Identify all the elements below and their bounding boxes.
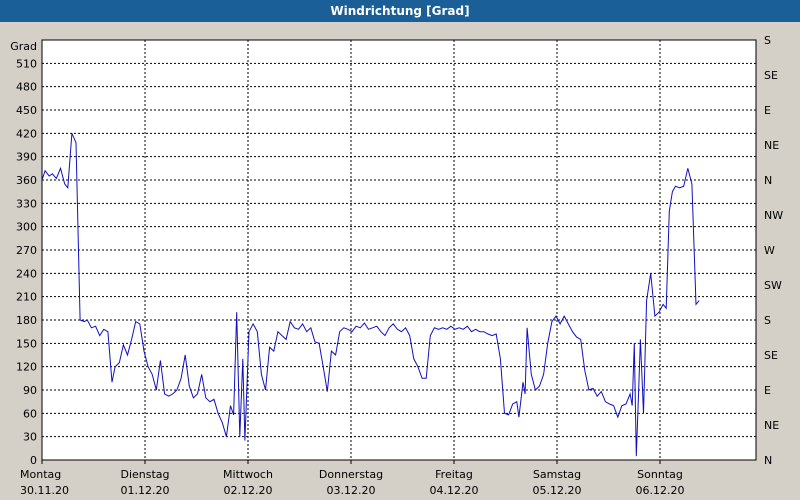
- y-tick-label: 480: [16, 81, 37, 94]
- y-tick-label: 300: [16, 221, 37, 234]
- right-axis-label: NW: [764, 209, 783, 222]
- right-axis-label: N: [764, 174, 772, 187]
- x-tick-date: 02.12.20: [224, 484, 273, 497]
- y-tick-label: 30: [23, 431, 37, 444]
- wind-direction-chart: 0 30 60 90 120 150 180 210 240 270 300 330 360 390 420…: [0, 22, 800, 500]
- right-axis-label: SW: [764, 279, 782, 292]
- x-tick-date: 01.12.20: [121, 484, 170, 497]
- right-axis-label: W: [764, 244, 775, 257]
- right-axis-label: S: [764, 34, 771, 47]
- x-tick-day: Sonntag: [637, 468, 683, 481]
- y-tick-label: 0: [30, 454, 37, 467]
- right-axis-label: SE: [764, 349, 778, 362]
- right-axis-label: E: [764, 104, 771, 117]
- y-axis-label: Grad: [10, 40, 37, 53]
- x-tick-day: Dienstag: [120, 468, 169, 481]
- x-tick-day: Freitag: [435, 468, 473, 481]
- x-tick-date: 05.12.20: [533, 484, 582, 497]
- y-tick-label: 330: [16, 197, 37, 210]
- right-axis-label: N: [764, 454, 772, 467]
- x-tick-day: Samstag: [533, 468, 581, 481]
- y-tick-label: 210: [16, 291, 37, 304]
- right-axis-label: SE: [764, 69, 778, 82]
- y-tick-label: 390: [16, 151, 37, 164]
- x-tick-date: 06.12.20: [636, 484, 685, 497]
- x-tick-date: 03.12.20: [327, 484, 376, 497]
- y-tick-label: 420: [16, 127, 37, 140]
- y-tick-label: 120: [16, 361, 37, 374]
- y-tick-label: 240: [16, 267, 37, 280]
- y-tick-label: 180: [16, 314, 37, 327]
- x-tick-date: 30.11.20: [20, 484, 69, 497]
- y-tick-label: 510: [16, 57, 37, 70]
- chart-window: Windrichtung [Grad] 0 30 60 90 120 150 180 210 2…: [0, 0, 800, 500]
- y-tick-label: 150: [16, 337, 37, 350]
- right-axis-label: E: [764, 384, 771, 397]
- y-tick-label: 360: [16, 174, 37, 187]
- y-tick-label: 90: [23, 384, 37, 397]
- x-tick-day: Mittwoch: [223, 468, 273, 481]
- y-tick-label: 60: [23, 407, 37, 420]
- y-tick-label: 450: [16, 104, 37, 117]
- chart-title: Windrichtung [Grad]: [0, 0, 800, 22]
- x-tick-date: 04.12.20: [430, 484, 479, 497]
- y-tick-label: 270: [16, 244, 37, 257]
- x-tick-day: Montag: [20, 468, 61, 481]
- right-axis-label: NE: [764, 139, 779, 152]
- x-tick-day: Donnerstag: [319, 468, 383, 481]
- right-axis-label: NE: [764, 419, 779, 432]
- right-axis-label: S: [764, 314, 771, 327]
